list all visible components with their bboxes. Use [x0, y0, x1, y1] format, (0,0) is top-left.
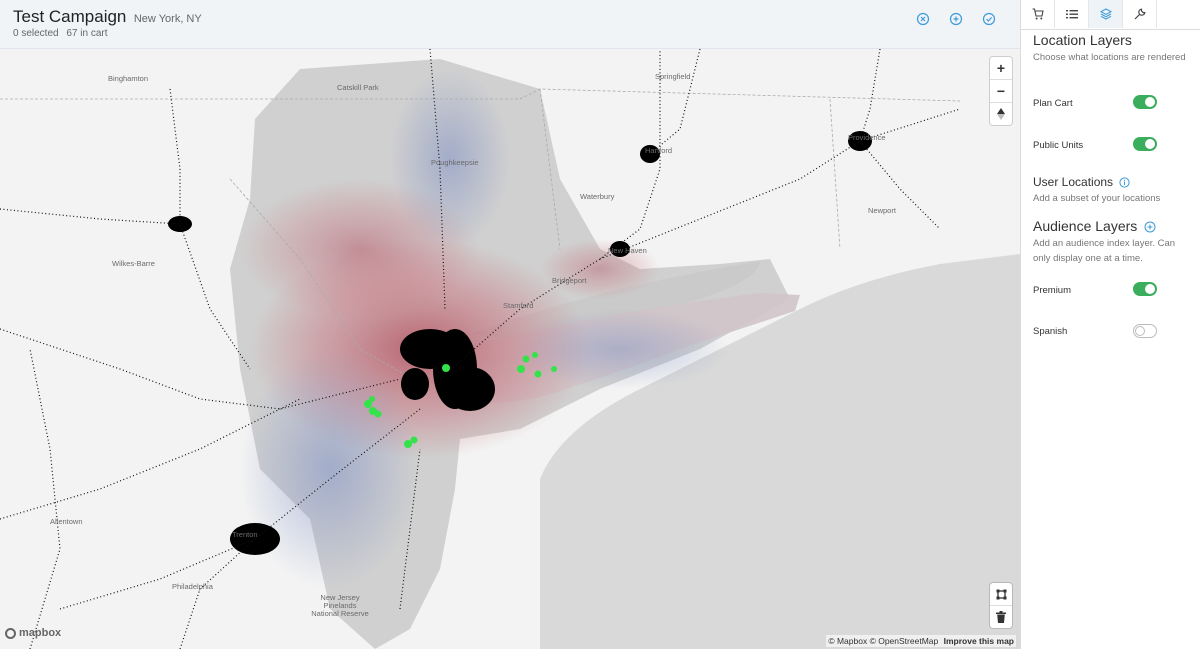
public-units-toggle[interactable]	[1133, 137, 1157, 151]
trash-icon	[996, 611, 1006, 623]
place-label: Newport	[868, 206, 896, 215]
cart-icon	[1032, 8, 1044, 20]
premium-label: Premium	[1033, 285, 1072, 296]
close-circle-icon[interactable]	[916, 12, 930, 26]
zoom-in-button[interactable]: +	[990, 57, 1012, 80]
place-label: Philadelphia	[172, 582, 213, 591]
plan-cart-toggle[interactable]	[1133, 95, 1157, 109]
polygon-draw-button[interactable]	[990, 583, 1012, 606]
spanish-toggle[interactable]	[1133, 324, 1157, 338]
check-circle-icon[interactable]	[982, 12, 996, 26]
selected-count: 0 selected	[13, 28, 59, 39]
info-icon[interactable]	[1119, 177, 1130, 188]
draw-controls	[990, 583, 1012, 628]
plus-circle-icon[interactable]	[949, 12, 963, 26]
tab-list[interactable]	[1055, 0, 1089, 28]
place-label: Allentown	[50, 517, 83, 526]
place-label: Poughkeepsie	[431, 158, 479, 167]
mapbox-logo-icon	[5, 627, 16, 639]
wrench-icon	[1134, 8, 1145, 20]
mapbox-logo[interactable]: mapbox	[5, 627, 61, 639]
layers-panel: Location Layers Choose what locations ar…	[1020, 0, 1200, 649]
user-locations-title: User Locations	[1033, 175, 1130, 189]
layers-icon	[1099, 8, 1112, 20]
polygon-icon	[996, 589, 1006, 599]
place-label: New Haven	[608, 246, 647, 255]
mapbox-logo-text: mapbox	[19, 627, 62, 639]
audience-layers-title-text: Audience Layers	[1033, 218, 1138, 234]
map-canvas[interactable]: Binghamton Catskill Park Springfield Har…	[0, 49, 1020, 649]
audience-layers-title: Audience Layers	[1033, 218, 1156, 234]
place-label: Waterbury	[580, 192, 615, 201]
user-locations-desc: Add a subset of your locations	[1033, 193, 1161, 204]
place-label: Providence	[848, 133, 886, 142]
compass-icon	[997, 108, 1005, 120]
cart-count: 67 in cart	[66, 28, 108, 39]
spanish-label: Spanish	[1033, 326, 1068, 337]
campaign-title: Test Campaign	[13, 7, 127, 26]
improve-map-link[interactable]: Improve this map	[944, 636, 1014, 646]
campaign-header: Test Campaign New York, NY 0 selected 67…	[0, 0, 1020, 49]
add-audience-icon[interactable]	[1144, 221, 1156, 233]
place-label: Binghamton	[108, 74, 149, 83]
map-attribution: © Mapbox © OpenStreetMap Improve this ma…	[826, 635, 1016, 647]
attribution-mapbox[interactable]: © Mapbox	[828, 636, 867, 646]
place-label: Wilkes-Barre	[112, 259, 155, 268]
plan-cart-label: Plan Cart	[1033, 98, 1073, 109]
tab-cart[interactable]	[1021, 0, 1055, 28]
place-label: New Jersey Pinelands National Reserve	[311, 593, 369, 618]
place-label: Hartford	[645, 146, 673, 155]
place-label: Springfield	[655, 72, 691, 81]
public-units-label: Public Units	[1033, 140, 1084, 151]
place-label: Stamford	[503, 301, 534, 310]
panel-tabs	[1021, 0, 1200, 30]
place-label: Trenton	[232, 530, 258, 539]
place-label: Catskill Park	[337, 83, 379, 92]
audience-layers-desc: Add an audience index layer. Can only di…	[1033, 238, 1176, 264]
location-layers-desc: Choose what locations are rendered	[1033, 52, 1186, 63]
compass-button[interactable]	[990, 103, 1012, 125]
attribution-osm[interactable]: © OpenStreetMap	[870, 636, 939, 646]
zoom-out-button[interactable]: −	[990, 80, 1012, 103]
trash-button[interactable]	[990, 606, 1012, 628]
place-label: Bridgeport	[552, 276, 587, 285]
location-layers-title: Location Layers	[1033, 32, 1132, 48]
user-locations-title-text: User Locations	[1033, 175, 1114, 189]
premium-toggle[interactable]	[1133, 282, 1157, 296]
zoom-controls: + −	[990, 57, 1012, 125]
tab-layers[interactable]	[1089, 0, 1123, 28]
list-icon	[1065, 10, 1078, 19]
campaign-location: New York, NY	[133, 13, 202, 25]
tab-settings[interactable]	[1123, 0, 1157, 28]
